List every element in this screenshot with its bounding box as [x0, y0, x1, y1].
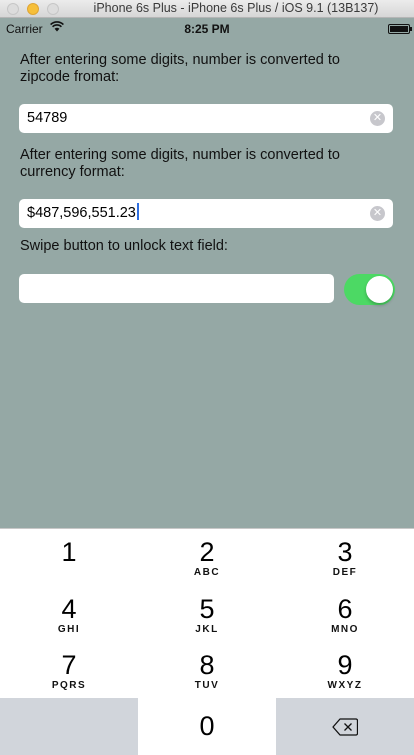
key-digit: 7	[61, 650, 77, 680]
number-pad: 1 2 ABC 3 DEF 4 GHI 5 JKL 6 MNO 7 PQRS 8	[0, 528, 414, 755]
clear-currency-icon[interactable]: ✕	[370, 206, 385, 221]
key-0[interactable]: 0	[138, 698, 276, 755]
key-6[interactable]: 6 MNO	[276, 586, 414, 643]
blank-key	[0, 698, 138, 755]
minimize-window-button[interactable]	[27, 3, 39, 15]
key-1[interactable]: 1	[0, 529, 138, 586]
unlock-switch[interactable]	[344, 274, 395, 305]
key-letters: GHI	[57, 624, 81, 635]
battery-icon	[388, 24, 412, 34]
key-letters: ABC	[193, 567, 221, 578]
currency-value: $487,596,551.23	[27, 205, 136, 221]
key-8[interactable]: 8 TUV	[138, 642, 276, 699]
zipcode-field[interactable]: 54789 ✕	[19, 104, 393, 133]
currency-label: After entering some digits, number is co…	[20, 147, 340, 180]
key-digit: 5	[199, 594, 215, 624]
key-letters: TUV	[194, 680, 220, 691]
key-5[interactable]: 5 JKL	[138, 586, 276, 643]
key-4[interactable]: 4 GHI	[0, 586, 138, 643]
status-bar: Carrier 8:25 PM	[0, 18, 414, 40]
close-window-button[interactable]	[7, 3, 19, 15]
text-cursor	[136, 203, 139, 220]
key-digit: 4	[61, 594, 77, 624]
currency-field[interactable]: $487,596,551.23 ✕	[19, 199, 393, 228]
key-digit: 1	[61, 537, 77, 567]
device-screen: Carrier 8:25 PM After entering some digi…	[0, 18, 414, 755]
key-7[interactable]: 7 PQRS	[0, 642, 138, 699]
zoom-window-button[interactable]	[47, 3, 59, 15]
key-3[interactable]: 3 DEF	[276, 529, 414, 586]
delete-key[interactable]	[276, 698, 414, 755]
clear-zipcode-icon[interactable]: ✕	[370, 111, 385, 126]
window-title: iPhone 6s Plus - iPhone 6s Plus / iOS 9.…	[93, 1, 379, 15]
switch-knob[interactable]	[366, 276, 393, 303]
key-2[interactable]: 2 ABC	[138, 529, 276, 586]
key-digit: 0	[199, 711, 215, 741]
simulator-title-bar: iPhone 6s Plus - iPhone 6s Plus / iOS 9.…	[0, 0, 414, 18]
key-letters: MNO	[331, 624, 359, 635]
zipcode-value: 54789	[27, 110, 68, 126]
status-time: 8:25 PM	[184, 22, 230, 36]
key-digit: 3	[337, 537, 353, 567]
key-digit: 2	[199, 537, 215, 567]
key-letters: PQRS	[51, 680, 87, 691]
unlock-label: Swipe button to unlock text field:	[20, 238, 228, 254]
unlock-text-field[interactable]	[19, 274, 334, 303]
key-digit: 6	[337, 594, 353, 624]
key-digit: 9	[337, 650, 353, 680]
key-letters: JKL	[195, 624, 219, 635]
key-letters: WXYZ	[327, 680, 363, 691]
key-9[interactable]: 9 WXYZ	[276, 642, 414, 699]
key-digit: 8	[199, 650, 215, 680]
key-letters: DEF	[332, 567, 358, 578]
zipcode-label: After entering some digits, number is co…	[20, 52, 340, 85]
backspace-icon	[332, 718, 359, 736]
